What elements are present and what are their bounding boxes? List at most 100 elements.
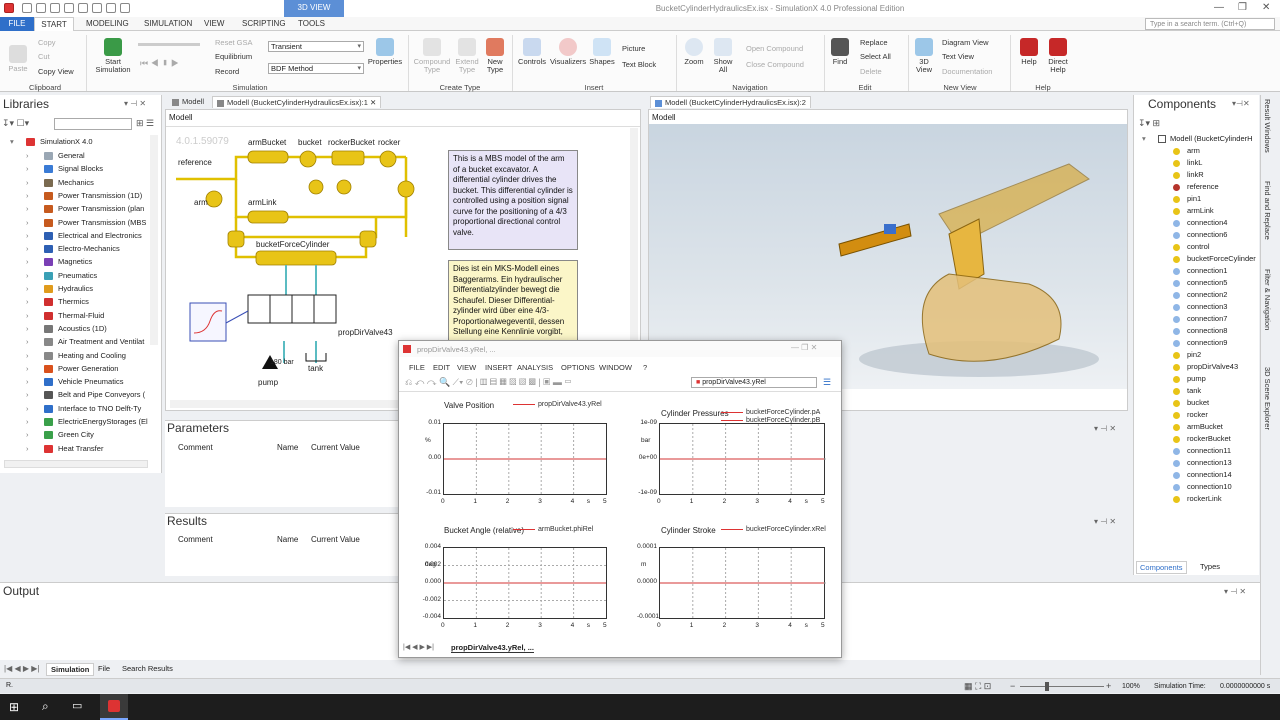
context-tab-3d-view[interactable]: 3D VIEW <box>284 0 344 17</box>
find-button[interactable]: Find <box>828 38 852 66</box>
expand-icon[interactable]: › <box>26 149 29 162</box>
components-toolbar[interactable]: ↧▾ ⊞ <box>1138 118 1160 129</box>
output-panel-controls[interactable]: ▾ ⊣ ✕ <box>1224 587 1246 596</box>
simulationx-taskbar-button[interactable] <box>100 694 128 720</box>
expand-icon[interactable]: › <box>26 229 29 242</box>
plot-area[interactable] <box>659 547 826 620</box>
extend-type-button[interactable]: Extend Type <box>452 38 482 74</box>
open-compound-button[interactable]: Open Compound <box>746 44 803 53</box>
properties-button[interactable]: Properties <box>366 38 404 66</box>
plot-area[interactable] <box>659 423 826 496</box>
print-icon[interactable] <box>64 3 74 13</box>
result-col-name[interactable]: Name <box>277 535 298 544</box>
equilibrium-button[interactable]: Equilibrium <box>215 52 252 61</box>
result-col-value[interactable]: Current Value <box>311 535 360 544</box>
library-hscrollbar[interactable] <box>4 460 148 468</box>
results-panel-controls[interactable]: ▾ ⊣ ✕ <box>1094 517 1116 526</box>
side-tab-filter-navigation[interactable]: Filter & Navigation <box>1263 269 1272 330</box>
expand-icon[interactable]: › <box>26 322 29 335</box>
param-col-value[interactable]: Current Value <box>311 443 360 452</box>
tab-nav-arrows[interactable]: |◀ ◀ ▶ ▶| <box>4 664 39 673</box>
start-simulation-button[interactable]: Start Simulation <box>92 38 134 74</box>
compound-type-button[interactable]: Compound Type <box>412 38 452 74</box>
solver-method-select[interactable]: BDF Method <box>268 63 364 74</box>
task-view-icon[interactable]: ▭ <box>72 699 82 712</box>
parameters-panel-controls[interactable]: ▾ ⊣ ✕ <box>1094 424 1116 433</box>
zoom-in-icon[interactable]: + <box>1106 681 1111 691</box>
reset-gsa-button[interactable]: Reset GSA <box>215 38 253 47</box>
help-button[interactable]: Help <box>1016 38 1042 66</box>
expand-icon[interactable]: › <box>26 402 29 415</box>
plot-area[interactable] <box>443 423 608 496</box>
tab-start[interactable]: START <box>34 17 74 31</box>
documentation-button[interactable]: Documentation <box>942 67 992 76</box>
diagram-view-button[interactable]: Diagram View <box>942 38 989 47</box>
maximize-icon[interactable]: ❐ <box>1238 2 1247 13</box>
windows-start-icon[interactable]: ⊞ <box>9 700 19 714</box>
redo-icon[interactable] <box>92 3 102 13</box>
expand-icon[interactable]: › <box>26 415 29 428</box>
tab-file-output[interactable]: File <box>98 664 110 673</box>
signal-select[interactable]: ■ propDirValve43.yRel <box>691 377 817 388</box>
tab-scripting[interactable]: SCRIPTING <box>236 17 292 31</box>
plot-menu-item[interactable]: WINDOW <box>599 363 632 372</box>
close-compound-button[interactable]: Close Compound <box>746 60 804 69</box>
minimize-icon[interactable]: — <box>1214 2 1224 13</box>
save-icon[interactable] <box>50 3 60 13</box>
expand-icon[interactable]: › <box>26 282 29 295</box>
expand-icon[interactable]: › <box>26 269 29 282</box>
plot-menu-item[interactable]: VIEW <box>457 363 476 372</box>
replace-button[interactable]: Replace <box>860 38 888 47</box>
param-col-name[interactable]: Name <box>277 443 298 452</box>
search-taskbar-icon[interactable]: ⌕ <box>42 699 49 714</box>
expand-icon[interactable]: › <box>26 189 29 202</box>
expand-icon[interactable]: › <box>26 255 29 268</box>
direct-help-button[interactable]: Direct Help <box>1044 38 1072 74</box>
expand-icon[interactable]: › <box>26 242 29 255</box>
library-tool-icons[interactable]: ⊞ ☰ <box>136 118 154 129</box>
step-icons[interactable]: ⏮ ◀ ▮ ▶ <box>140 58 179 69</box>
search-input[interactable]: Type in a search term. (Ctrl+Q) <box>1145 18 1275 30</box>
text-view-button[interactable]: Text View <box>942 52 974 61</box>
doc-tab-modell-1[interactable]: Modell (BucketCylinderHydraulicsEx.isx):… <box>212 96 382 108</box>
expand-icon[interactable]: › <box>26 295 29 308</box>
side-tab-find-replace[interactable]: Find and Replace <box>1263 181 1272 240</box>
expand-icon[interactable]: › <box>26 388 29 401</box>
open-icon[interactable] <box>36 3 46 13</box>
copy-view-button[interactable]: Copy View <box>38 67 74 76</box>
zoom-out-icon[interactable]: − <box>1010 681 1015 691</box>
delete-button[interactable]: Delete <box>860 67 882 76</box>
plot-window-titlebar[interactable]: propDirValve43.yRel, ... — ❐ ✕ <box>399 341 841 357</box>
doc-tab-3d-view[interactable]: Modell (BucketCylinderHydraulicsEx.isx):… <box>650 96 811 108</box>
new-3d-view-button[interactable]: 3D View <box>912 38 936 74</box>
close-icon[interactable]: ✕ <box>1262 2 1270 13</box>
new-file-icon[interactable] <box>22 3 32 13</box>
plot-menu-item[interactable]: ANALYSIS <box>517 363 553 372</box>
doc-tab-modell[interactable]: Modell <box>168 96 208 108</box>
picture-button[interactable]: Picture <box>622 44 645 53</box>
select-all-button[interactable]: Select All <box>860 52 891 61</box>
shapes-button[interactable]: Shapes <box>588 38 616 66</box>
cut-button[interactable]: Cut <box>38 52 50 61</box>
plot-window[interactable]: propDirValve43.yRel, ... — ❐ ✕ FILE EDIT V… <box>398 340 842 658</box>
expand-icon[interactable]: › <box>26 176 29 189</box>
library-filter-input[interactable] <box>54 118 132 130</box>
plot-menu-item[interactable]: EDIT <box>433 363 450 372</box>
plot-area[interactable] <box>443 547 608 620</box>
copy-button[interactable]: Copy <box>38 38 56 47</box>
side-tab-3d-scene-explorer[interactable]: 3D Scene Explorer <box>1263 367 1272 430</box>
plot-menu-item[interactable]: OPTIONS <box>561 363 595 372</box>
side-tab-result-windows[interactable]: Result Windows <box>1263 99 1272 153</box>
expand-icon[interactable]: › <box>26 428 29 441</box>
expand-icon[interactable]: › <box>26 442 29 455</box>
visualizers-button[interactable]: Visualizers <box>550 38 586 66</box>
zoom-slider[interactable] <box>1020 686 1104 687</box>
cut-icon[interactable] <box>106 3 116 13</box>
simulation-mode-select[interactable]: Transient <box>268 41 364 52</box>
plot-toolbar[interactable]: ⎌ ↶ ↷ 🔍 ⟋▾ ⊘ | ▥ ▤ ▦ ▧ ▨ ▩ | ▣ ▬ ▭ <box>405 377 572 388</box>
tab-components[interactable]: Components <box>1136 561 1187 574</box>
controls-button[interactable]: Controls <box>516 38 548 66</box>
plot-page-tab[interactable]: propDirValve43.yRel, ... <box>451 643 534 653</box>
tab-simulation-output[interactable]: Simulation <box>46 663 95 676</box>
plot-window-controls[interactable]: — ❐ ✕ <box>791 343 817 352</box>
